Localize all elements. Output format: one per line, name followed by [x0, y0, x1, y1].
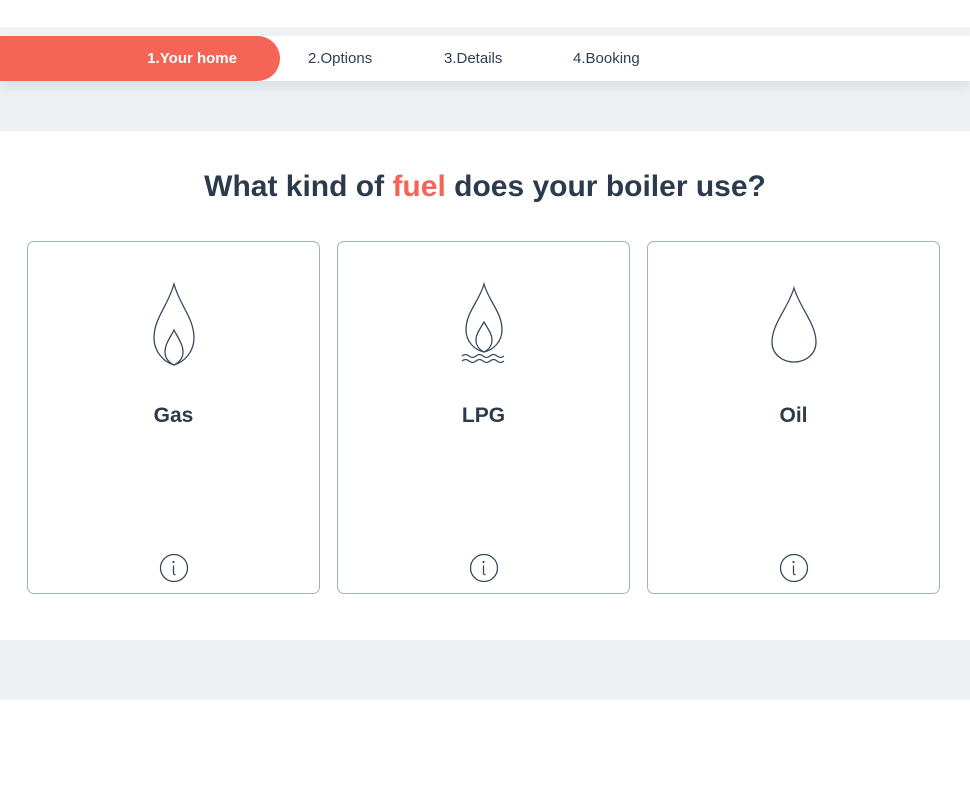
question-text-start: What kind of — [204, 170, 393, 203]
step-your-home[interactable]: 1.Your home — [0, 36, 280, 81]
top-strip — [0, 27, 970, 36]
info-icon[interactable] — [779, 553, 809, 583]
step-details[interactable]: 3.Details — [444, 36, 502, 81]
flame-icon — [153, 281, 195, 366]
option-label-lpg: LPG — [461, 404, 506, 427]
option-card-lpg[interactable]: LPG — [337, 241, 630, 594]
question-highlight: fuel — [392, 170, 446, 203]
step-options[interactable]: 2.Options — [308, 36, 372, 81]
question-heading: What kind of fuel does your boiler use? — [0, 170, 970, 204]
info-icon[interactable] — [469, 553, 499, 583]
question-text-end: does your boiler use? — [445, 170, 766, 203]
flame-over-liquid-icon — [461, 281, 505, 364]
option-label-gas: Gas — [153, 404, 194, 427]
footer-band — [0, 640, 970, 700]
option-label-oil: Oil — [779, 404, 808, 427]
droplet-icon — [771, 285, 817, 363]
info-icon[interactable] — [159, 553, 189, 583]
step-booking[interactable]: 4.Booking — [573, 36, 640, 81]
option-card-gas[interactable]: Gas — [27, 241, 320, 594]
option-card-oil[interactable]: Oil — [647, 241, 940, 594]
header-band — [0, 81, 970, 131]
progress-steps: 1.Your home 2.Options 3.Details 4.Bookin… — [0, 36, 970, 81]
